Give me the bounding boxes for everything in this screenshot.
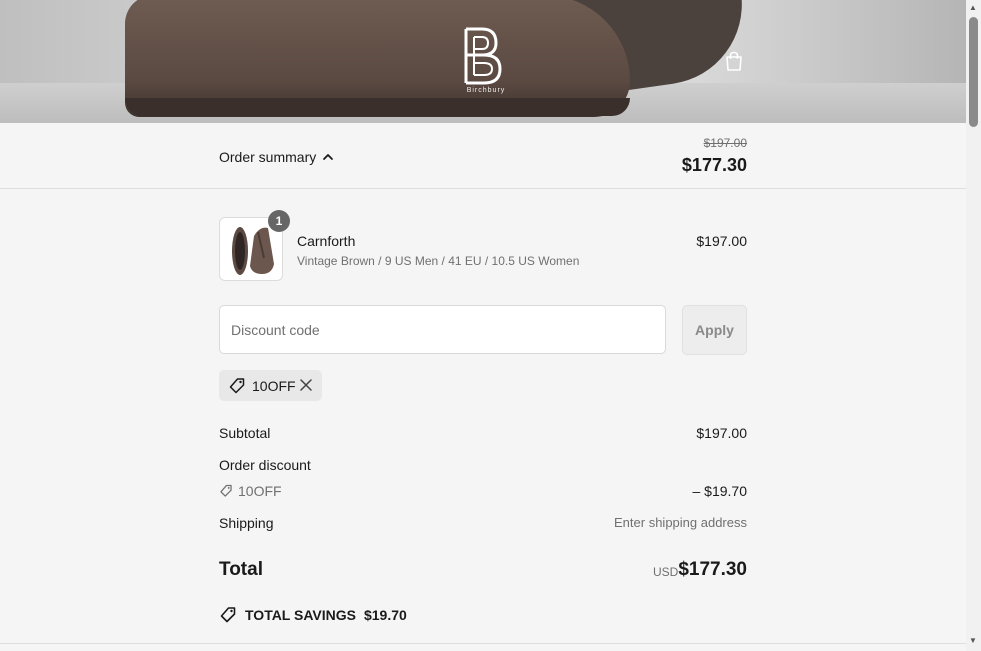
banner-shoe-sole [125,98,630,116]
order-summary-bar [0,123,966,189]
order-discount-value: – $19.70 [692,483,748,499]
scrollbar-thumb[interactable] [969,17,978,127]
original-price: $197.00 [703,136,747,150]
total-value: $177.30 [678,559,747,580]
shipping-label: Shipping [219,515,274,531]
order-discount-code-row: 10OFF [219,483,282,499]
brand-logo-text: Birchbury [466,87,506,94]
total-label: Total [219,559,263,580]
header-banner: Birchbury [0,0,966,123]
subtotal-value: $197.00 [696,425,747,441]
scroll-down-arrow[interactable]: ▼ [969,636,977,645]
applied-discount-chip: 10OFF [219,370,322,401]
product-variant: Vintage Brown / 9 US Men / 41 EU / 10.5 … [297,254,580,268]
scrollbar[interactable]: ▲ ▼ [966,0,981,651]
brand-logo[interactable] [462,25,506,95]
chevron-up-icon [323,154,334,160]
quantity-badge: 1 [268,210,290,232]
applied-discount-code: 10OFF [252,377,296,394]
shopping-bag-icon[interactable] [723,50,745,72]
shipping-value: Enter shipping address [614,515,747,530]
total-savings: TOTAL SAVINGS $19.70 [219,606,407,624]
apply-discount-button[interactable]: Apply [682,305,747,355]
tag-icon [220,484,232,497]
total-savings-value: $19.70 [363,607,407,623]
product-name: Carnforth [297,233,356,249]
total-savings-label: TOTAL SAVINGS [245,607,356,623]
scroll-up-arrow[interactable]: ▲ [969,3,977,12]
product-price: $197.00 [696,233,747,249]
order-summary-toggle[interactable]: Order summary [219,149,334,165]
divider [0,643,966,644]
order-summary-label: Order summary [219,149,317,165]
tag-icon [220,607,236,623]
total-currency: USD [653,565,679,579]
order-discount-code: 10OFF [238,483,282,499]
tag-icon [229,377,245,393]
order-discount-label: Order discount [219,457,311,473]
close-icon[interactable] [299,378,313,392]
discount-code-input[interactable] [219,305,666,354]
subtotal-label: Subtotal [219,425,271,441]
summary-total-price: $177.30 [681,155,747,175]
